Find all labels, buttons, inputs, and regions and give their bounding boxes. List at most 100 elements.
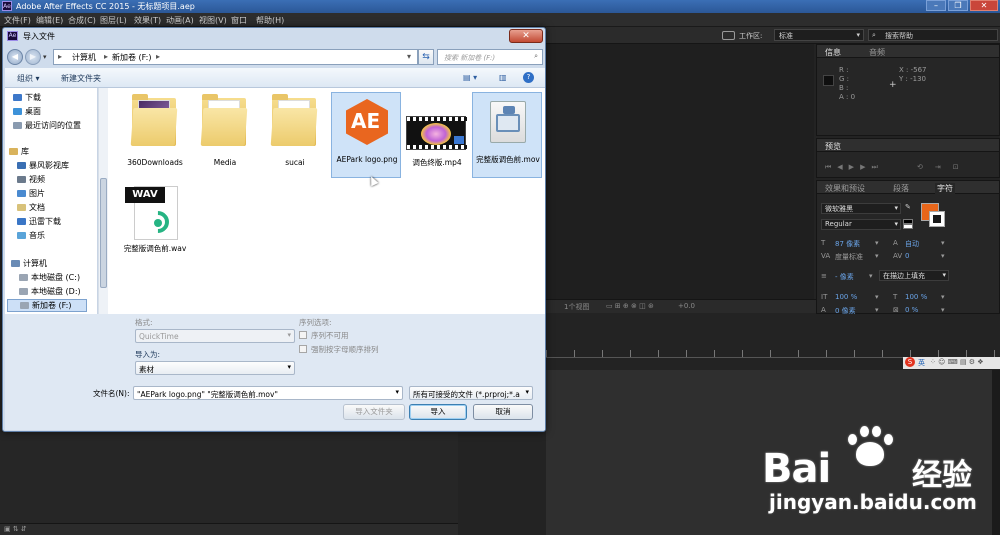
file-item-wav[interactable]: WAV 完整版调色前.wav [120, 184, 190, 274]
nav-lib-pictures[interactable]: 图片 [17, 188, 45, 199]
tab-preview[interactable]: 预览 [825, 141, 841, 152]
nav-lib-baofeng[interactable]: 暴风影视库 [17, 160, 69, 171]
close-window-button[interactable]: ✕ [970, 0, 998, 11]
command-bar: 组织 ▾ 新建文件夹 ▤ ▾ ▥ ? [5, 68, 545, 88]
breadcrumb-computer[interactable]: 计算机 [72, 52, 96, 63]
menu-view[interactable]: 视图(V) [199, 15, 227, 26]
file-item-png[interactable]: AE AEPark logo.png [331, 92, 401, 178]
nav-lib-music[interactable]: 音乐 [17, 230, 45, 241]
baidu-paw-logo [840, 426, 900, 476]
menu-composition[interactable]: 合成(C) [68, 15, 96, 26]
scrollbar-thumb[interactable] [100, 178, 107, 288]
recent-dropdown-icon[interactable]: ▾ [43, 53, 47, 61]
white-swatch[interactable] [903, 224, 913, 229]
maximize-button[interactable]: ❐ [948, 0, 968, 11]
tab-audio[interactable]: 音频 [869, 47, 885, 58]
font-style-select[interactable]: Regular ▾ [821, 219, 901, 230]
baseline-value[interactable]: 0 像素 [835, 306, 856, 316]
nav-lib-documents[interactable]: 文档 [17, 202, 45, 213]
stroke-width-value[interactable]: - 像素 [835, 272, 854, 282]
minimize-button[interactable]: – [926, 0, 946, 11]
nav-computer[interactable]: 计算机 [11, 258, 47, 269]
nav-drive-c[interactable]: 本地磁盘 (C:) [19, 272, 80, 283]
nav-lib-xunlei[interactable]: 迅雷下载 [17, 216, 61, 227]
nav-lib-videos[interactable]: 视频 [17, 174, 45, 185]
tab-character[interactable]: 字符 [935, 183, 955, 194]
leading-icon: A [893, 239, 898, 247]
file-item-mp4[interactable]: 调色终版.mp4 [402, 92, 472, 172]
menu-animation[interactable]: 动画(A) [166, 15, 194, 26]
nav-drive-f[interactable]: 新加卷 (F:) [7, 299, 87, 312]
menu-help[interactable]: 帮助(H) [256, 15, 284, 26]
font-size-value[interactable]: 87 像素 [835, 239, 860, 249]
chevron-down-icon[interactable]: ▾ [407, 52, 411, 61]
dialog-search-input[interactable]: 搜索 新加卷 (F:) ⌕ [437, 49, 543, 65]
back-button[interactable]: ◀ [7, 49, 23, 65]
font-family-select[interactable]: 微软雅黑 ▾ [821, 203, 901, 214]
menu-effect[interactable]: 效果(T) [134, 15, 161, 26]
cancel-button[interactable]: 取消 [473, 404, 533, 420]
project-footer-icons[interactable]: ▣ ⇅ ⇵ [4, 525, 27, 533]
leading-value[interactable]: 自动 [905, 239, 919, 249]
kerning-value[interactable]: 度量标准 [835, 252, 863, 262]
address-bar[interactable]: ▸ 计算机 ▸ 新加卷 (F:) ▸ ▾ [53, 49, 418, 65]
menu-edit[interactable]: 编辑(E) [36, 15, 63, 26]
import-button[interactable]: 导入 [409, 404, 467, 420]
breadcrumb-drive[interactable]: 新加卷 (F:) [112, 52, 151, 63]
stroke-width-icon: ≡ [821, 272, 827, 280]
preview-options-icons[interactable]: ⟲⇥⊡ [917, 163, 971, 171]
menu-layer[interactable]: 图层(L) [100, 15, 127, 26]
search-icon: ⌕ [872, 31, 876, 39]
sequence-checkbox[interactable] [299, 331, 307, 339]
import-folder-button[interactable]: 导入文件夹 [343, 404, 405, 420]
horizontal-scale-value[interactable]: 100 % [905, 293, 927, 301]
nav-libraries[interactable]: 库 [9, 146, 29, 157]
views-select[interactable]: 1个视图 [564, 302, 589, 312]
nav-drive-d[interactable]: 本地磁盘 (D:) [19, 286, 81, 297]
menu-window[interactable]: 窗口 [231, 15, 247, 26]
tsume-value[interactable]: 0 % [905, 306, 918, 314]
organize-button[interactable]: 组织 ▾ [17, 73, 40, 84]
filename-input[interactable]: "AEPark logo.png" "完整版调色前.mov" ▾ [133, 386, 403, 400]
menu-file[interactable]: 文件(F) [4, 15, 31, 26]
filename-label: 文件名(N): [93, 389, 130, 398]
import-as-select[interactable]: 素材 ▾ [135, 361, 295, 375]
workspace-select[interactable]: 标准 ▾ [774, 29, 864, 41]
refresh-icon[interactable]: ⇆ [418, 49, 434, 65]
preview-pane-icon[interactable]: ▥ [499, 73, 507, 82]
new-folder-button[interactable]: 新建文件夹 [61, 73, 101, 84]
force-alphabetical-checkbox[interactable] [299, 345, 307, 353]
eyedropper-icon[interactable]: ✎ [905, 203, 911, 211]
format-select[interactable]: QuickTime ▾ [135, 329, 295, 343]
filetype-select[interactable]: 所有可接受的文件 (*.prproj;*.a ▾ [409, 386, 533, 400]
workspace-icon[interactable] [722, 31, 735, 40]
tab-info[interactable]: 信息 [825, 47, 841, 58]
tab-paragraph[interactable]: 段落 [893, 183, 909, 194]
exposure-value[interactable]: +0.0 [678, 302, 695, 310]
stroke-mode-select[interactable]: 在描边上填充 ▾ [879, 270, 949, 281]
dialog-close-button[interactable]: ✕ [509, 29, 543, 43]
media-library-icon [17, 162, 26, 169]
tab-effects-presets[interactable]: 效果和预设 [825, 183, 865, 194]
vertical-scale-value[interactable]: 100 % [835, 293, 857, 301]
comp-footer-icons[interactable]: ▭ ⊞ ⊕ ⊗ ◫ ⊛ [606, 302, 654, 310]
composition-viewer[interactable] [546, 44, 814, 299]
nav-downloads[interactable]: 下载 [13, 92, 41, 103]
sequence-unavailable-label: 序列不可用 [311, 331, 349, 340]
file-item-folder[interactable]: Media [190, 92, 260, 172]
nav-desktop[interactable]: 桌面 [13, 106, 41, 117]
ime-toolbar[interactable]: S 英 ⁘ ☺ ⌨ ▤ ⚙ ❖ [903, 357, 1000, 369]
playback-controls[interactable]: ⏮◀▶▶⏭ [825, 163, 884, 172]
help-search-input[interactable]: ⌕ 搜索帮助 [868, 29, 998, 41]
file-item-folder[interactable]: sucai [260, 92, 330, 172]
nav-recent-places[interactable]: 最近访问的位置 [13, 120, 81, 131]
file-item-mov[interactable]: 完整版调色前.mov [472, 92, 542, 178]
help-icon[interactable]: ? [523, 72, 534, 83]
view-options-icon[interactable]: ▤ ▾ [463, 73, 477, 82]
forward-button[interactable]: ▶ [25, 49, 41, 65]
tracking-value[interactable]: 0 [905, 252, 909, 260]
import-as-label: 导入为: [135, 350, 161, 359]
file-item-folder[interactable]: 360Downloads [120, 92, 190, 172]
stroke-color-swatch[interactable] [929, 211, 945, 227]
nav-scrollbar[interactable] [98, 88, 108, 314]
